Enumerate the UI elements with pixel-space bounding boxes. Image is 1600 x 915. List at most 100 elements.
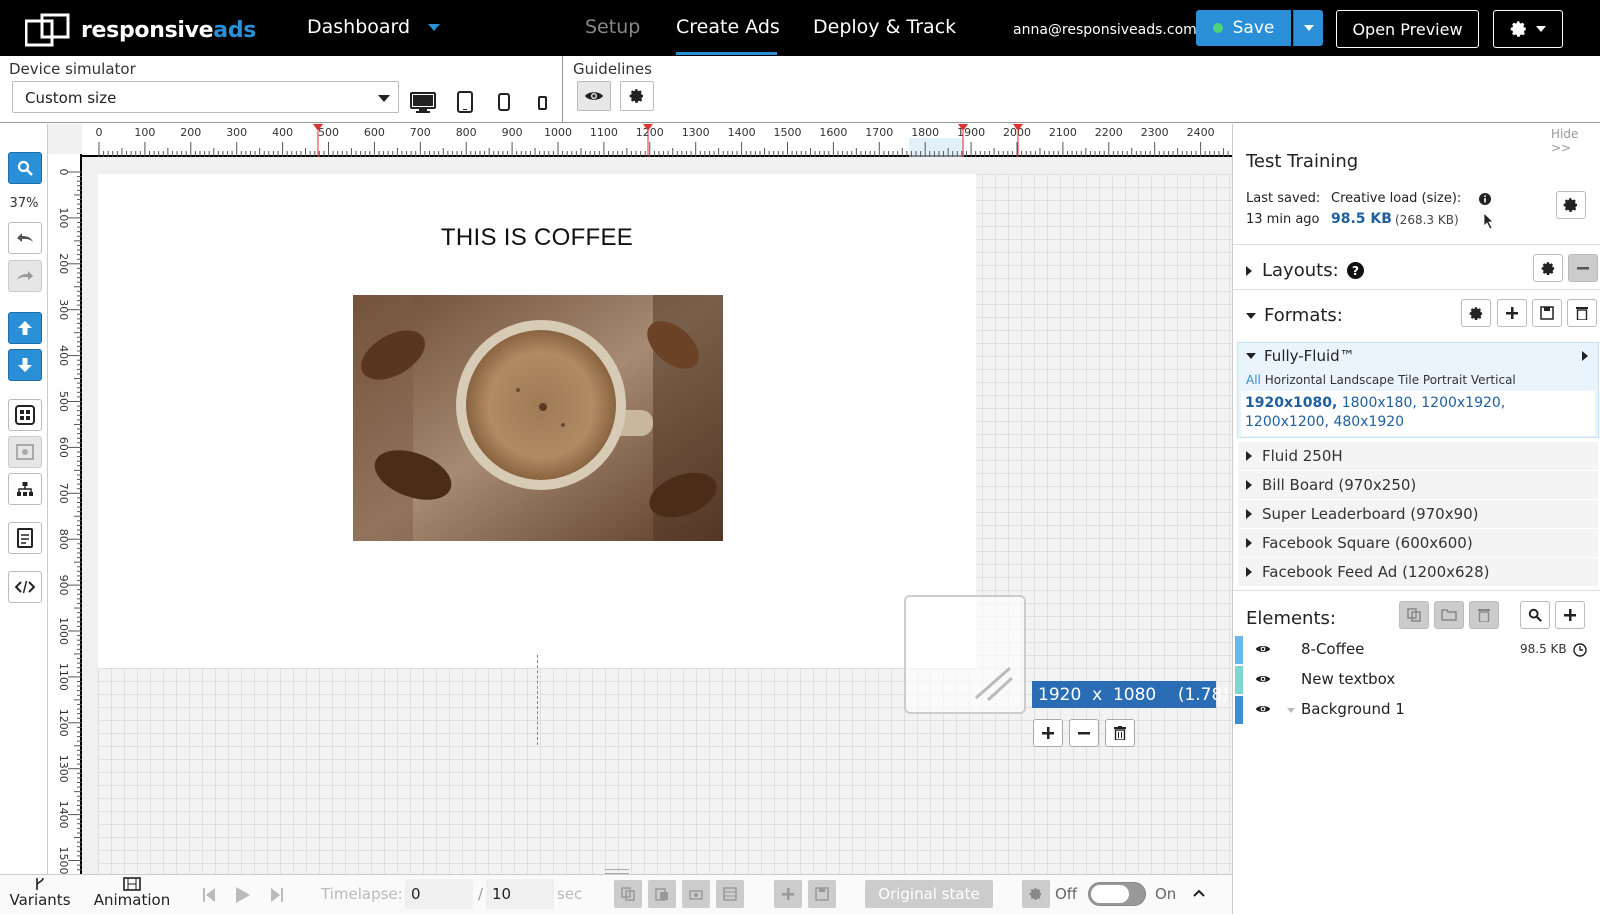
panel-drag-handle[interactable] xyxy=(605,869,629,874)
zoom-out-button[interactable] xyxy=(1069,719,1099,747)
delete-size-button[interactable] xyxy=(1105,719,1135,747)
element-row[interactable]: 8-Coffee 98.5 KB xyxy=(1233,636,1600,664)
coffee-photo xyxy=(353,295,723,541)
time-from-input[interactable]: 0 xyxy=(405,879,473,909)
format-item[interactable]: Super Leaderboard (970x90) xyxy=(1238,500,1598,528)
animation-tab[interactable]: Animation xyxy=(92,875,172,915)
save-format-button[interactable] xyxy=(1532,299,1562,327)
guidelines-visibility-button[interactable] xyxy=(577,81,611,111)
element-row[interactable]: Background 1 xyxy=(1233,696,1600,724)
tablet-icon[interactable] xyxy=(457,91,473,113)
add-element-button[interactable] xyxy=(1555,601,1585,629)
chevron-right-icon[interactable] xyxy=(1582,351,1588,361)
skip-forward-icon[interactable] xyxy=(270,887,284,903)
phone-icon[interactable] xyxy=(498,93,510,111)
image-tool-button[interactable] xyxy=(8,436,42,468)
time-to-input[interactable]: 10 xyxy=(486,879,554,909)
original-state-button[interactable]: Original state xyxy=(865,880,993,908)
duplicate-element-button[interactable] xyxy=(1399,601,1429,629)
settings-menu-button[interactable] xyxy=(1493,10,1563,48)
coffee-image[interactable] xyxy=(353,295,723,541)
code-icon xyxy=(15,580,35,594)
html5-export-button[interactable] xyxy=(8,522,42,554)
horizontal-ruler[interactable]: 0 100 200 300 400 500 600 700 800 900 1000 1100 1200… xyxy=(82,124,1232,157)
design-canvas[interactable]: THIS IS COFFEE 1920 x 1080 (1.78) 0 100 … xyxy=(0,124,1232,874)
clock-icon[interactable] xyxy=(1573,643,1587,657)
save-state-button[interactable] xyxy=(808,880,836,908)
guidelines-label: Guidelines xyxy=(573,60,652,78)
open-element-button[interactable] xyxy=(1434,601,1464,629)
paste-keyframe-button[interactable] xyxy=(648,880,676,908)
chevron-up-icon[interactable] xyxy=(1193,889,1205,897)
format-item[interactable]: Facebook Feed Ad (1200x628) xyxy=(1238,558,1598,586)
time-separator: / xyxy=(478,885,484,903)
skip-back-icon[interactable] xyxy=(202,887,216,903)
ad-headline-text[interactable]: THIS IS COFFEE xyxy=(98,224,976,252)
eye-icon[interactable] xyxy=(1255,703,1271,715)
artboard-resize-handle[interactable] xyxy=(904,595,1026,714)
variants-tab[interactable]: Variants xyxy=(8,875,72,915)
zoom-in-button[interactable] xyxy=(1033,719,1063,747)
open-preview-button[interactable]: Open Preview xyxy=(1336,10,1479,48)
artboard-size-label: 1920 x 1080 (1.78) xyxy=(1032,681,1229,708)
vertical-ruler[interactable]: 0 100 200 300 400 500 600 700 800 900 1000 1100 1200… xyxy=(48,154,82,874)
format-fully-fluid[interactable]: Fully-Fluid™ All Horizontal Landscape Ti… xyxy=(1237,342,1599,438)
add-format-button[interactable] xyxy=(1497,299,1527,327)
formats-settings-button[interactable] xyxy=(1461,299,1491,327)
layout-grid-button[interactable] xyxy=(8,399,42,431)
delete-format-button[interactable] xyxy=(1567,299,1597,327)
creative-settings-button[interactable] xyxy=(1556,191,1586,219)
tab-setup[interactable]: Setup xyxy=(585,16,640,38)
delete-element-button[interactable] xyxy=(1469,601,1499,629)
help-icon[interactable]: ? xyxy=(1346,262,1364,279)
filter-options[interactable]: Horizontal Landscape Tile Portrait Verti… xyxy=(1265,373,1516,387)
undo-button[interactable] xyxy=(8,222,42,254)
dashboard-menu[interactable]: Dashboard xyxy=(307,16,441,38)
state-toggle[interactable] xyxy=(1088,882,1146,906)
size-active[interactable]: 1920x1080, xyxy=(1245,395,1337,411)
fully-fluid-header[interactable]: Fully-Fluid™ xyxy=(1246,347,1355,365)
app-logo[interactable]: responsiveads xyxy=(25,13,256,47)
chevron-right-icon xyxy=(1246,509,1252,519)
code-view-button[interactable] xyxy=(8,571,42,603)
save-button[interactable]: Save xyxy=(1196,10,1291,46)
element-row[interactable]: New textbox xyxy=(1233,666,1600,694)
info-icon[interactable] xyxy=(1479,193,1491,205)
eye-icon[interactable] xyxy=(1255,673,1271,685)
format-item[interactable]: Fluid 250H xyxy=(1238,442,1598,470)
play-icon[interactable] xyxy=(235,886,251,904)
hierarchy-button[interactable] xyxy=(8,473,42,505)
save-dropdown-button[interactable] xyxy=(1293,10,1323,46)
tab-deploy-track[interactable]: Deploy & Track xyxy=(813,16,956,38)
desktop-icon[interactable] xyxy=(410,92,436,114)
format-item[interactable]: Bill Board (970x250) xyxy=(1238,471,1598,499)
small-phone-icon[interactable] xyxy=(538,96,547,110)
formats-section[interactable]: Formats: xyxy=(1233,290,1600,336)
layouts-section[interactable]: Layouts: ? xyxy=(1233,244,1600,290)
search-elements-button[interactable] xyxy=(1520,601,1550,629)
capture-state-button[interactable] xyxy=(682,880,710,908)
move-up-button[interactable] xyxy=(8,312,42,344)
state-grid-button[interactable] xyxy=(716,880,744,908)
layouts-remove-button[interactable] xyxy=(1568,254,1598,282)
ad-artboard[interactable]: THIS IS COFFEE xyxy=(98,174,976,668)
hide-panel-link[interactable]: Hide >> xyxy=(1551,127,1600,155)
state-settings-button[interactable] xyxy=(1022,880,1050,908)
copy-keyframe-button[interactable] xyxy=(614,880,642,908)
redo-button[interactable] xyxy=(8,260,42,292)
guidelines-settings-button[interactable] xyxy=(620,81,654,111)
zoom-tool-button[interactable] xyxy=(8,152,42,184)
filter-all-link[interactable]: All xyxy=(1246,373,1261,387)
device-size-select[interactable]: Custom size xyxy=(12,81,399,113)
move-down-button[interactable] xyxy=(8,349,42,381)
layouts-settings-button[interactable] xyxy=(1533,254,1563,282)
format-item[interactable]: Facebook Square (600x600) xyxy=(1238,529,1598,557)
eye-icon[interactable] xyxy=(1255,643,1271,655)
user-email[interactable]: anna@responsiveads.com xyxy=(1013,22,1197,38)
ruler-tick-label: 900 xyxy=(502,126,523,139)
trash-icon xyxy=(1114,726,1126,740)
chevron-down-icon xyxy=(378,95,390,102)
caret-down-icon[interactable] xyxy=(1287,708,1295,713)
add-state-button[interactable] xyxy=(774,880,802,908)
tab-create-ads[interactable]: Create Ads xyxy=(676,16,780,38)
